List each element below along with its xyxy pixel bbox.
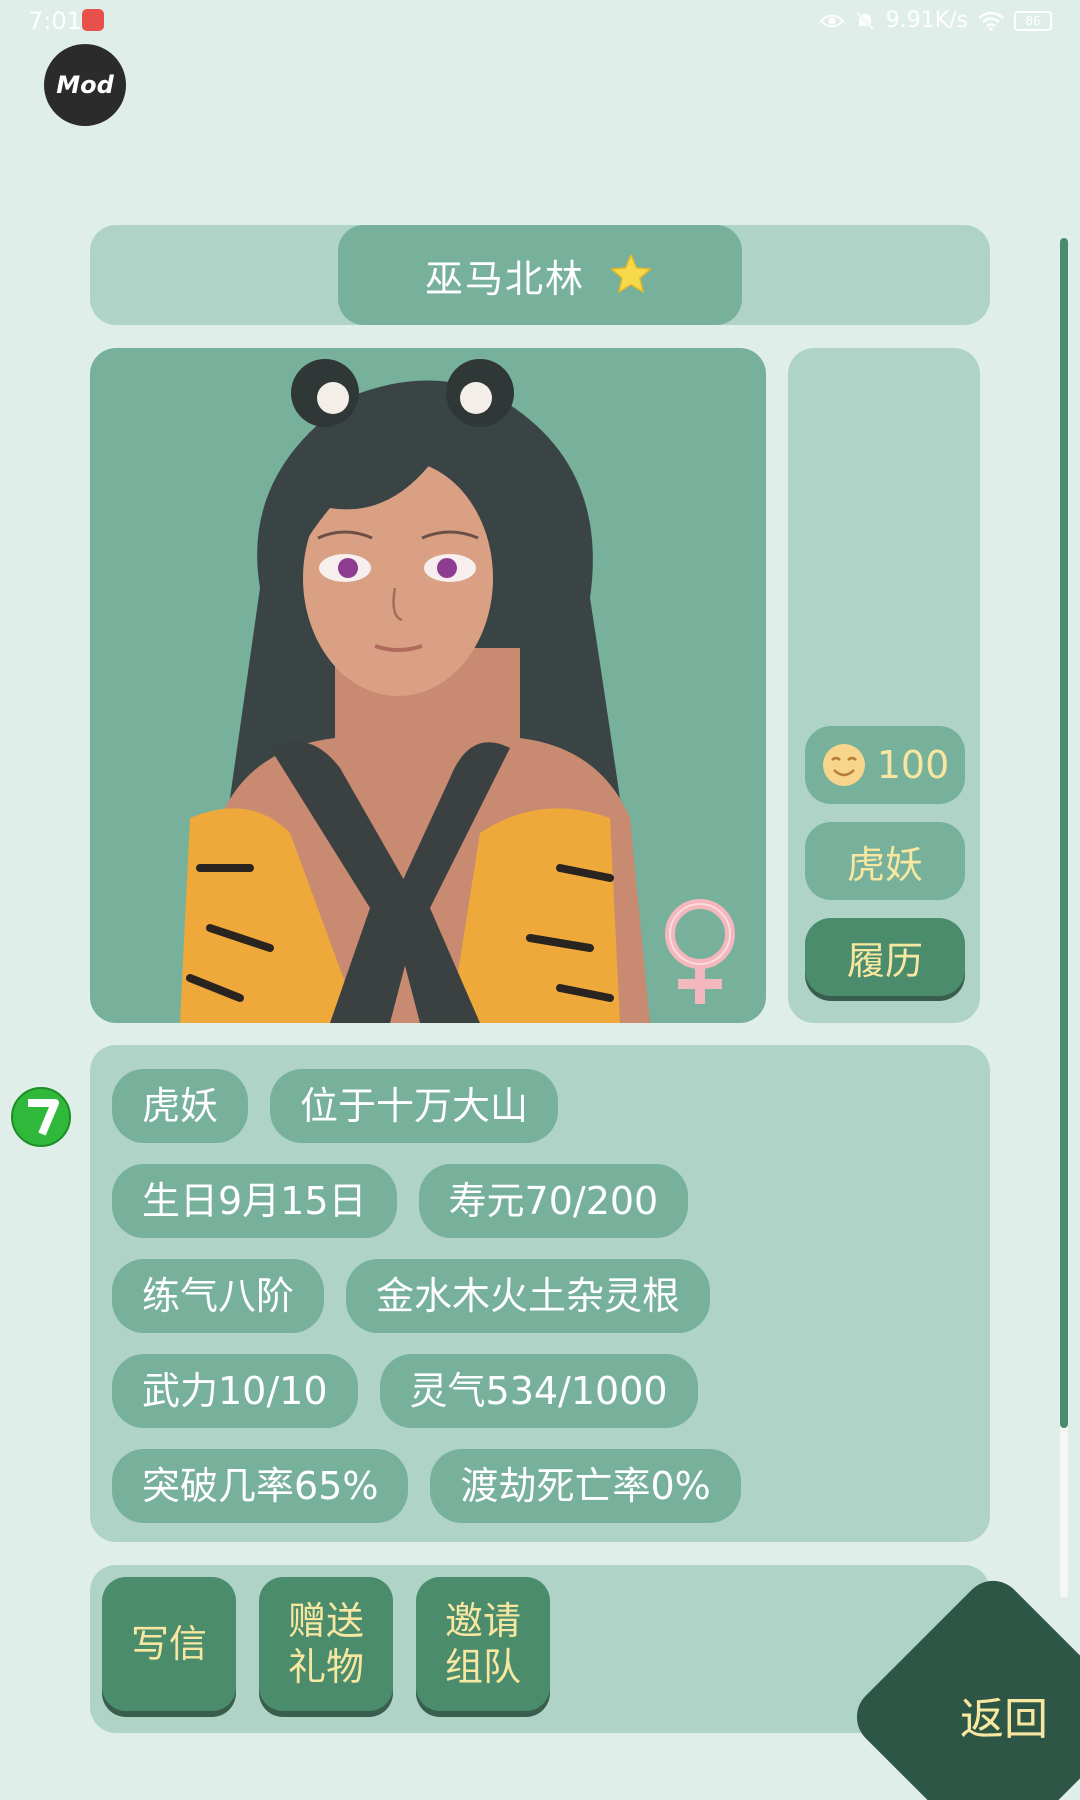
- lifespan-tag: 寿元70/200: [418, 1164, 689, 1238]
- info-row: 武力10/10 灵气534/1000: [112, 1354, 698, 1428]
- mood-value: 100: [876, 743, 950, 787]
- info-panel: 虎妖 位于十万大山 生日9月15日 寿元70/200 练气八阶 金水木火土杂灵根…: [90, 1045, 990, 1542]
- history-button[interactable]: 履历: [805, 918, 965, 996]
- invite-team-button[interactable]: 邀请组队: [416, 1577, 550, 1711]
- breakthrough-tag: 突破几率65%: [112, 1449, 409, 1523]
- eye-icon: [819, 14, 844, 27]
- seven-badge-icon[interactable]: [10, 1086, 72, 1148]
- send-gift-label: 赠送礼物: [287, 1599, 364, 1689]
- force-tag: 武力10/10: [112, 1354, 358, 1428]
- side-panel: 100 虎妖 履历: [788, 348, 980, 1023]
- mod-badge[interactable]: Mod: [44, 44, 126, 126]
- birthday-tag: 生日9月15日: [112, 1164, 397, 1238]
- write-letter-label: 写信: [130, 1622, 207, 1666]
- invite-team-label: 邀请组队: [444, 1599, 521, 1689]
- history-button-label: 履历: [846, 938, 923, 983]
- write-letter-button[interactable]: 写信: [102, 1577, 236, 1711]
- status-time: 7:01: [28, 7, 82, 35]
- smile-icon: [822, 744, 865, 786]
- race-pill: 虎妖: [805, 822, 965, 900]
- location-tag: 位于十万大山: [270, 1069, 559, 1143]
- scrollbar-thumb[interactable]: [1060, 238, 1068, 1428]
- battery-icon: 86: [1014, 10, 1052, 31]
- info-row: 虎妖 位于十万大山: [112, 1069, 559, 1143]
- info-row: 生日9月15日 寿元70/200: [112, 1164, 689, 1238]
- character-name: 巫马北林: [424, 256, 585, 301]
- spirit-tag: 灵气534/1000: [379, 1354, 698, 1428]
- network-speed: 9.91K/s: [885, 8, 968, 33]
- race-label: 虎妖: [846, 842, 923, 887]
- realm-tag: 练气八阶: [112, 1259, 325, 1333]
- character-portrait: [90, 348, 766, 1023]
- female-icon: [665, 899, 735, 1004]
- action-panel: 写信 赠送礼物 邀请组队: [90, 1565, 990, 1733]
- back-button-label[interactable]: 返回: [948, 1690, 1060, 1750]
- mute-bell-icon: [855, 11, 874, 30]
- tribulation-tag: 渡劫死亡率0%: [430, 1449, 741, 1523]
- send-gift-button[interactable]: 赠送礼物: [259, 1577, 393, 1711]
- info-row: 练气八阶 金水木火土杂灵根: [112, 1259, 711, 1333]
- name-header: 巫马北林: [90, 225, 990, 325]
- info-row: 突破几率65% 渡劫死亡率0%: [112, 1449, 741, 1523]
- status-icons: 9.91K/s 86: [819, 8, 1052, 33]
- spirit-root-tag: 金水木火土杂灵根: [346, 1259, 711, 1333]
- race-tag: 虎妖: [112, 1069, 249, 1143]
- star-icon[interactable]: [607, 251, 655, 299]
- wifi-icon: [978, 11, 1004, 31]
- app-notification-icon: [82, 9, 104, 31]
- name-pill: 巫马北林: [338, 225, 742, 325]
- mood-indicator: 100: [805, 726, 965, 804]
- status-bar: 7:01 9.91K/s 86: [0, 0, 1080, 40]
